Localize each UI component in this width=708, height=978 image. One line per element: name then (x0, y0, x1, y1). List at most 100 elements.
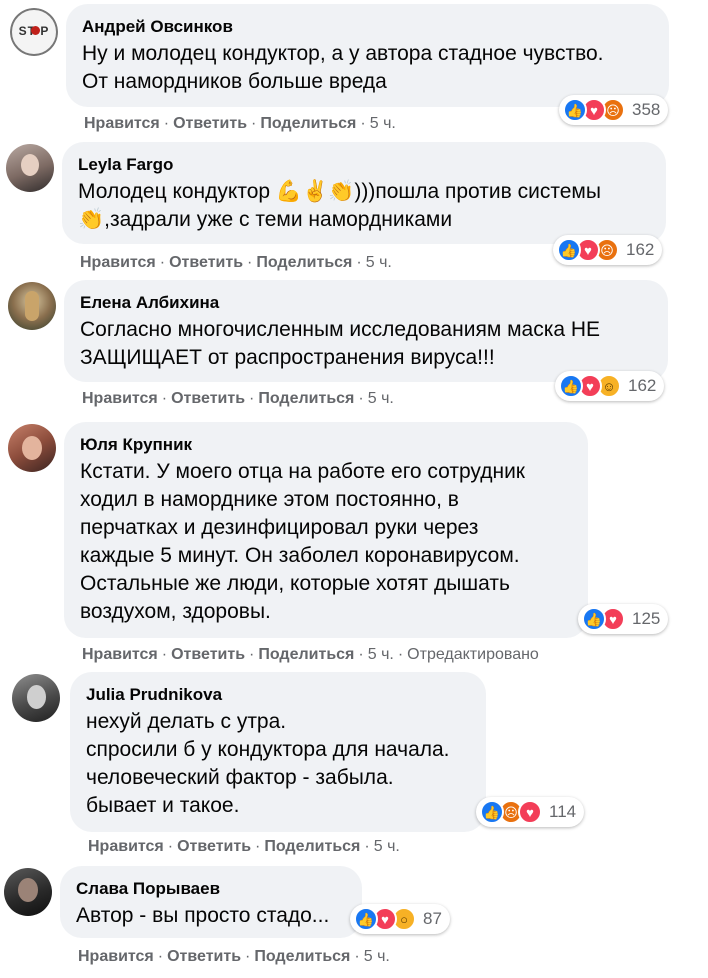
comment-text: Ну и молодец кондуктор, а у автора стадн… (82, 40, 653, 96)
comment-time[interactable]: 5 ч. (374, 838, 400, 855)
comment: Слава Порываев Автор - вы просто стадо..… (0, 862, 708, 978)
comment-text-line: Остальные же люди, которые хотят дышать (80, 572, 510, 595)
comment-time[interactable]: 5 ч. (368, 390, 394, 407)
reaction-summary[interactable]: 👍 ♥ ☹ 162 (553, 235, 663, 265)
separator: · (356, 254, 362, 271)
share-button[interactable]: Поделиться (260, 115, 356, 132)
reply-button[interactable]: Ответить (171, 646, 245, 663)
reaction-count: 114 (549, 802, 577, 821)
comment-text-line: перчатках и дезинфицировал руки через (80, 516, 479, 539)
avatar[interactable] (4, 868, 52, 916)
comment-author[interactable]: Слава Порываев (76, 878, 346, 900)
comment-actions: Нравится · Ответить · Поделиться · 5 ч. (82, 388, 394, 410)
comment-author[interactable]: Julia Prudnikova (86, 684, 470, 706)
avatar-figure (25, 291, 39, 321)
comment-author[interactable]: Андрей Овсинков (82, 16, 653, 38)
comment-bubble: Андрей Овсинков Ну и молодец кондуктор, … (66, 4, 669, 107)
share-button[interactable]: Поделиться (254, 948, 350, 965)
comment-time[interactable]: 5 ч. (366, 254, 392, 271)
comment-author[interactable]: Юля Крупник (80, 434, 572, 456)
separator: · (161, 390, 168, 407)
share-button[interactable]: Поделиться (264, 838, 360, 855)
comment-text: Молодец кондуктор 💪✌👏)))пошла против сис… (78, 178, 650, 234)
avatar[interactable]: ST P (10, 8, 58, 56)
avatar-face (27, 685, 46, 709)
reaction-count: 358 (632, 100, 661, 119)
separator: · (159, 254, 166, 271)
reaction-summary[interactable]: 👍 ☹ ♥ 114 (476, 797, 585, 827)
like-icon: 👍 (557, 238, 581, 262)
separator: · (245, 948, 251, 965)
comment-text-line: Молодец кондуктор 💪✌👏)))пошла против сис… (78, 180, 601, 203)
reply-button[interactable]: Ответить (171, 390, 245, 407)
reaction-count: 87 (423, 909, 442, 928)
comment-actions: Нравится · Ответить · Поделиться · 5 ч. (78, 946, 390, 968)
avatar-face (18, 878, 38, 902)
avatar[interactable] (6, 144, 54, 192)
comment-bubble: Юля Крупник Кстати. У моего отца на рабо… (64, 422, 588, 638)
share-button[interactable]: Поделиться (256, 254, 352, 271)
comment-bubble: Слава Порываев Автор - вы просто стадо..… (60, 866, 362, 938)
comment-author[interactable]: Leyla Fargo (78, 154, 650, 176)
separator: · (249, 390, 255, 407)
reaction-summary[interactable]: 👍 ♥ ☺ 162 (555, 371, 665, 401)
virus-icon (31, 26, 40, 35)
comment-text: нехуй делать с утра. спросили б у кондук… (86, 708, 470, 820)
comment-text-line: каждые 5 минут. Он заболел коронавирусом… (80, 544, 520, 567)
like-icon: 👍 (354, 907, 378, 931)
reply-button[interactable]: Ответить (169, 254, 243, 271)
comment: ST P Андрей Овсинков Ну и молодец кондук… (0, 0, 708, 140)
reaction-summary[interactable]: 👍 ♥ ☹ 358 (559, 95, 669, 125)
separator: · (249, 646, 255, 663)
reaction-count: 162 (626, 240, 655, 259)
edited-label: Отредактировано (407, 646, 539, 663)
comment-time[interactable]: 5 ч. (364, 948, 390, 965)
avatar-face (22, 436, 42, 460)
like-button[interactable]: Нравится (82, 646, 158, 663)
comment-text-line: спросили б у кондуктора для начала. (86, 738, 450, 761)
avatar[interactable] (12, 674, 60, 722)
like-button[interactable]: Нравится (84, 115, 160, 132)
share-button[interactable]: Поделиться (258, 390, 354, 407)
avatar[interactable] (8, 424, 56, 472)
reply-button[interactable]: Ответить (173, 115, 247, 132)
comment-actions: Нравится · Ответить · Поделиться · 5 ч. (88, 836, 400, 858)
reply-button[interactable]: Ответить (167, 948, 241, 965)
like-icon: 👍 (480, 800, 504, 824)
comment-text-line: Согласно многочисленным исследованиям ма… (80, 318, 601, 341)
comment-text: Кстати. У моего отца на работе его сотру… (80, 458, 572, 626)
separator: · (255, 838, 261, 855)
comment-author[interactable]: Елена Албихина (80, 292, 652, 314)
comment-text: Автор - вы просто стадо... (76, 902, 346, 930)
comment-actions: Нравится · Ответить · Поделиться · 5 ч. (80, 252, 392, 274)
comment-actions: Нравится · Ответить · Поделиться · 5 ч. (84, 113, 396, 135)
like-button[interactable]: Нравится (82, 390, 158, 407)
comment-bubble: Елена Албихина Согласно многочисленным и… (64, 280, 668, 382)
comment-text-line: человеческий фактор - забыла. (86, 766, 394, 789)
separator: · (167, 838, 174, 855)
like-icon: 👍 (582, 607, 606, 631)
comment-text-line: ходил в наморднике этом постоянно, в (80, 488, 459, 511)
reaction-summary[interactable]: 👍 ♥ ○ 87 (350, 904, 450, 934)
reaction-summary[interactable]: 👍 ♥ 125 (578, 604, 669, 634)
separator: · (354, 948, 360, 965)
comment-time[interactable]: 5 ч. (368, 646, 394, 663)
comment-text-line: От намордников больше вреда (82, 70, 387, 93)
comment-text-line: Ну и молодец кондуктор, а у автора стадн… (82, 42, 604, 65)
comment-text-line: 👏,задрали уже с теми намордниками (78, 208, 453, 231)
comment-text: Согласно многочисленным исследованиям ма… (80, 316, 652, 372)
reply-button[interactable]: Ответить (177, 838, 251, 855)
comment: Julia Prudnikova нехуй делать с утра. сп… (0, 670, 708, 862)
like-button[interactable]: Нравится (80, 254, 156, 271)
comment: Leyla Fargo Молодец кондуктор 💪✌👏)))пошл… (0, 140, 708, 276)
avatar[interactable] (8, 282, 56, 330)
share-button[interactable]: Поделиться (258, 646, 354, 663)
like-button[interactable]: Нравится (88, 838, 164, 855)
separator: · (397, 646, 404, 663)
comment-bubble: Leyla Fargo Молодец кондуктор 💪✌👏)))пошл… (62, 142, 666, 244)
comment-text-line: бывает и такое. (86, 794, 240, 817)
comment-time[interactable]: 5 ч. (370, 115, 396, 132)
comment-text-line: ЗАЩИЩАЕТ от распространения вируса!!! (80, 346, 495, 369)
like-button[interactable]: Нравится (78, 948, 154, 965)
comment: Юля Крупник Кстати. У моего отца на рабо… (0, 414, 708, 670)
